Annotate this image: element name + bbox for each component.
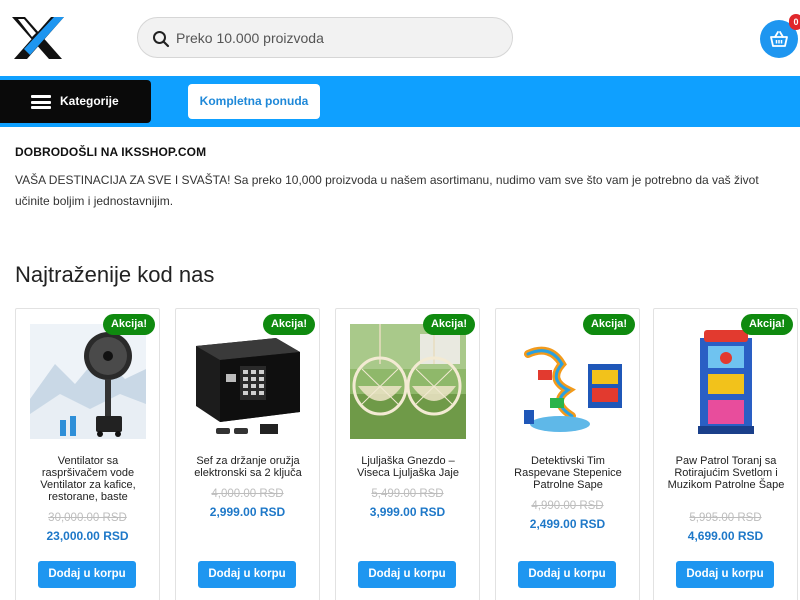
product-card[interactable]: Akcija! Detektivski Tim Raspevane Stepen… (495, 308, 640, 600)
product-card[interactable]: Akcija! Paw Patrol Toranj sa Rotirajućim… (653, 308, 798, 600)
toy-stairs-image (510, 324, 626, 439)
product-name[interactable]: Paw Patrol Toranj sa Rotirajućim Svetlom… (662, 455, 790, 491)
welcome-text: VAŠA DESTINACIJA ZA SVE I SVAŠTA! Sa pre… (15, 173, 759, 208)
product-grid: Akcija! Ventilator sa raspršivačem vode … (0, 308, 800, 600)
old-price: 30,000.00 RSD (48, 512, 127, 524)
search-icon[interactable] (152, 30, 170, 48)
new-price: 2,999.00 RSD (209, 505, 286, 519)
product-card[interactable]: Akcija! Ventilator sa raspršivačem vode … (15, 308, 160, 600)
old-price: 5,995.00 RSD (689, 512, 762, 524)
product-card[interactable]: Akcija! Sef za držanje oružja elektronsk… (175, 308, 320, 600)
full-offer-button[interactable]: Kompletna ponuda (188, 84, 320, 119)
product-image[interactable] (668, 324, 784, 439)
site-logo[interactable] (10, 15, 66, 61)
product-name[interactable]: Detektivski Tim Raspevane Stepenice Patr… (504, 455, 632, 491)
cart-count-badge: 0 (789, 14, 800, 30)
swing-chair-image (350, 324, 466, 439)
product-name[interactable]: Ventilator sa raspršivačem vode Ventilat… (24, 455, 152, 503)
sale-badge: Akcija! (103, 314, 155, 335)
old-price: 5,499.00 RSD (371, 488, 444, 500)
new-price: 3,999.00 RSD (369, 505, 446, 519)
product-name[interactable]: Ljuljaška Gnezdo – Viseca Ljuljaška Jaje (344, 455, 472, 479)
add-to-cart-button[interactable]: Dodaj u korpu (676, 561, 774, 588)
sale-badge: Akcija! (423, 314, 475, 335)
search-input[interactable] (174, 18, 504, 57)
site-header: 0 (0, 0, 800, 76)
mist-fan-image (30, 324, 146, 439)
basket-icon (770, 31, 788, 47)
product-image[interactable] (350, 324, 466, 439)
search-box (137, 17, 513, 58)
x-logo-icon (12, 17, 64, 59)
product-image[interactable] (190, 324, 306, 439)
sale-badge: Akcija! (741, 314, 793, 335)
safe-image (190, 324, 306, 439)
old-price: 4,000.00 RSD (211, 488, 284, 500)
new-price: 23,000.00 RSD (46, 529, 129, 543)
product-image[interactable] (510, 324, 626, 439)
add-to-cart-button[interactable]: Dodaj u korpu (358, 561, 456, 588)
add-to-cart-button[interactable]: Dodaj u korpu (518, 561, 616, 588)
main-nav: Kategorije Kompletna ponuda (0, 76, 800, 127)
sale-badge: Akcija! (583, 314, 635, 335)
old-price: 4,990.00 RSD (531, 500, 604, 512)
categories-label: Kategorije (60, 94, 119, 108)
sale-badge: Akcija! (263, 314, 315, 335)
product-name[interactable]: Sef za držanje oružja elektronski sa 2 k… (184, 455, 312, 479)
new-price: 2,499.00 RSD (529, 517, 606, 531)
add-to-cart-button[interactable]: Dodaj u korpu (198, 561, 296, 588)
section-title: Najtraženije kod nas (15, 262, 215, 287)
categories-button[interactable]: Kategorije (0, 80, 151, 123)
new-price: 4,699.00 RSD (687, 529, 764, 543)
add-to-cart-button[interactable]: Dodaj u korpu (38, 561, 136, 588)
hamburger-icon (31, 95, 51, 109)
welcome-title: DOBRODOŠLI NA IKSSHOP.COM (15, 145, 207, 159)
product-card[interactable]: Akcija! Ljuljaška Gnezdo – Viseca Ljulja… (335, 308, 480, 600)
product-image[interactable] (30, 324, 146, 439)
toy-tower-image (668, 324, 784, 439)
